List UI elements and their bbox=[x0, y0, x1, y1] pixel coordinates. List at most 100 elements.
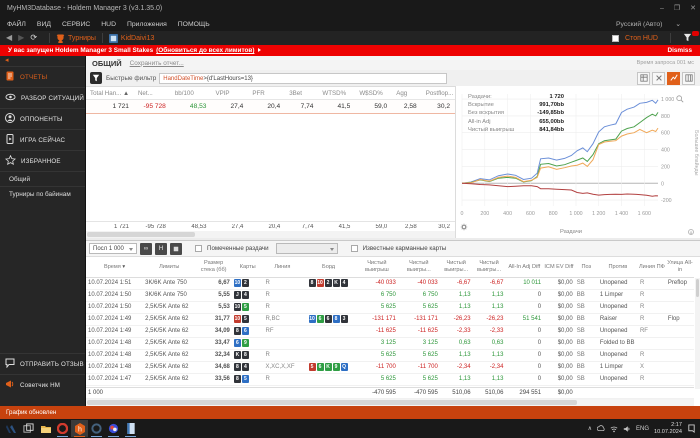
sidebar-item-1[interactable]: РАЗБОР СИТУАЦИЙ bbox=[0, 87, 85, 108]
photos-app-icon[interactable] bbox=[3, 420, 20, 437]
sidebar-bottom-item-1[interactable]: Советчик HM bbox=[0, 374, 85, 395]
marked-hands-checkbox[interactable] bbox=[195, 245, 202, 252]
banner-upgrade-link[interactable]: (Обновиться до всех лимитов) bbox=[156, 47, 254, 54]
stats-column-header[interactable]: Agg bbox=[392, 87, 422, 100]
sidebar-item-2[interactable]: ОППОНЕНТЫ bbox=[0, 108, 85, 129]
language-selector[interactable]: Русский (Авто) ⌄ bbox=[616, 18, 681, 31]
hands-column-header[interactable]: Карты bbox=[231, 257, 264, 278]
media-app-icon[interactable] bbox=[105, 420, 122, 437]
table-filter-button[interactable] bbox=[170, 242, 182, 255]
hand-row[interactable]: 10.07.2024 1:47 2,5K/5K Ante 62 33,56 85… bbox=[86, 373, 694, 386]
maximize-button[interactable]: ❐ bbox=[674, 0, 680, 18]
hands-column-header[interactable]: Против bbox=[597, 257, 638, 278]
sidebar-subitem-1[interactable]: Турниры по байинам bbox=[0, 186, 85, 201]
stats-column-header[interactable]: Net... bbox=[133, 87, 171, 100]
stats-horizontal-scrollbar[interactable] bbox=[86, 231, 455, 238]
hand-row[interactable]: 10.07.2024 1:49 2,5K/5K Ante 62 34,09 86… bbox=[86, 325, 694, 338]
tournaments-button[interactable]: Турниры bbox=[68, 35, 96, 42]
hands-column-header[interactable]: Линия ПФ bbox=[637, 257, 666, 278]
stats-column-header[interactable]: WTSD% bbox=[318, 87, 356, 100]
hands-vertical-scrollbar[interactable] bbox=[695, 278, 700, 389]
opera-gx-icon[interactable] bbox=[88, 420, 105, 437]
report-view-button[interactable] bbox=[637, 71, 650, 85]
hands-column-header[interactable]: ICM EV Diff bbox=[543, 257, 575, 278]
hand-row[interactable]: 10.07.2024 1:48 2,5K/5K Ante 62 32,34 K8… bbox=[86, 349, 694, 362]
known-cards-checkbox[interactable] bbox=[350, 245, 358, 252]
save-report-link[interactable]: Сохранить отчет... bbox=[130, 60, 184, 67]
stats-column-header[interactable]: bb/100 bbox=[170, 87, 212, 100]
graph-settings-gear-icon[interactable] bbox=[460, 218, 468, 236]
file-explorer-icon[interactable] bbox=[37, 420, 54, 437]
hm3-app-icon[interactable]: h bbox=[71, 420, 88, 437]
stats-column-header[interactable]: Postflop... bbox=[421, 87, 455, 100]
hands-column-header[interactable]: Время ▾ bbox=[86, 257, 144, 278]
quick-filter-input[interactable]: HandDateTime>{d'LastHours=13} bbox=[159, 72, 448, 84]
hand-row[interactable]: 10.07.2024 1:50 3K/6K Ante 750 5,55 J4 R… bbox=[86, 289, 694, 302]
minimize-button[interactable]: – bbox=[660, 0, 664, 18]
hand-row[interactable]: 10.07.2024 1:48 2,5K/5K Ante 62 33,47 69… bbox=[86, 337, 694, 350]
menu-service[interactable]: СЕРВИС bbox=[62, 18, 90, 31]
tab-general[interactable]: ОБЩИЙ bbox=[92, 59, 122, 68]
keyboard-language[interactable]: ENG bbox=[636, 426, 649, 432]
menu-view[interactable]: ВИД bbox=[37, 18, 51, 31]
sidebar-bottom-item-0[interactable]: ОТПРАВИТЬ ОТЗЫВ bbox=[0, 353, 85, 374]
onedrive-tray-icon[interactable] bbox=[596, 424, 605, 433]
back-button[interactable]: ◀ bbox=[6, 33, 12, 43]
close-button[interactable]: ✕ bbox=[690, 0, 696, 18]
sidebar-item-4[interactable]: ИЗБРАННОЕ bbox=[0, 150, 85, 171]
hand-row[interactable]: 10.07.2024 1:50 2,5K/5K Ante 62 5,53 10 5… bbox=[86, 301, 694, 314]
hands-column-header[interactable]: Чистый выигрыш bbox=[355, 257, 398, 278]
hands-column-header[interactable]: Лимиты bbox=[143, 257, 196, 278]
menu-help[interactable]: ПОМОЩЬ bbox=[178, 18, 210, 31]
stop-hud-checkbox[interactable] bbox=[612, 34, 620, 42]
filter-icon[interactable] bbox=[683, 30, 699, 44]
close-view-button[interactable] bbox=[652, 71, 665, 85]
task-view-icon[interactable] bbox=[20, 420, 37, 437]
dismiss-link[interactable]: Dismiss bbox=[667, 45, 692, 56]
grid-view-button[interactable] bbox=[682, 71, 695, 85]
forward-button[interactable]: ▶ bbox=[18, 33, 24, 43]
volume-tray-icon[interactable] bbox=[623, 425, 631, 433]
refresh-icon[interactable]: ⟳ bbox=[30, 33, 37, 43]
wifi-tray-icon[interactable] bbox=[610, 425, 618, 433]
menu-file[interactable]: ФАЙЛ bbox=[7, 18, 26, 31]
stats-column-header[interactable]: W$SD% bbox=[355, 87, 393, 100]
sidebar-collapse-icon[interactable]: ◂ bbox=[0, 56, 85, 66]
stats-column-header[interactable]: PFR bbox=[248, 87, 286, 100]
zoom-graph-icon[interactable] bbox=[676, 90, 684, 108]
opera-browser-icon[interactable] bbox=[54, 420, 71, 437]
notes-app-icon[interactable] bbox=[122, 420, 139, 437]
stats-column-header[interactable]: 3Bet bbox=[285, 87, 319, 100]
hands-column-header[interactable]: Поз bbox=[574, 257, 598, 278]
graph-view-button[interactable] bbox=[667, 71, 680, 85]
graph-info-icon[interactable]: o bbox=[688, 229, 694, 235]
hero-filter-button[interactable]: H bbox=[155, 242, 167, 255]
menu-apps[interactable]: Приложения bbox=[127, 18, 167, 31]
hands-horizontal-scrollbar[interactable] bbox=[86, 399, 694, 406]
hands-column-header[interactable]: Чистый выигры... bbox=[397, 257, 440, 278]
hands-column-header[interactable]: Чистый выигры... bbox=[472, 257, 506, 278]
hands-column-header[interactable]: Размер стека (бб) bbox=[195, 257, 232, 278]
hands-column-header[interactable]: Улица All-in bbox=[665, 257, 694, 278]
funnel-icon[interactable] bbox=[90, 72, 102, 84]
sidebar-subitem-0[interactable]: Общий bbox=[0, 171, 85, 186]
hand-row[interactable]: 10.07.2024 1:51 3K/6K Ante 750 6,67 10 2 … bbox=[86, 277, 694, 290]
hand-row[interactable]: 10.07.2024 1:49 2,5K/5K Ante 62 31,77 10… bbox=[86, 313, 694, 326]
sidebar-item-3[interactable]: ИГРА СЕЙЧАС bbox=[0, 129, 85, 150]
hand-row[interactable]: 10.07.2024 1:48 2,5K/5K Ante 62 34,68 84… bbox=[86, 361, 694, 374]
account-button[interactable]: KidDaivi13 bbox=[121, 35, 154, 42]
marked-tag-dropdown[interactable] bbox=[275, 243, 338, 254]
stats-column-header[interactable]: VPIP bbox=[211, 87, 249, 100]
replay-all-button[interactable]: ∞ bbox=[140, 242, 152, 255]
hands-column-header[interactable]: Борд bbox=[301, 257, 356, 278]
page-size-dropdown[interactable]: Посл 1 000 bbox=[89, 243, 137, 254]
stats-column-header[interactable]: Total Han... ▲ bbox=[86, 87, 134, 100]
menu-hud[interactable]: HUD bbox=[101, 18, 116, 31]
hands-column-header[interactable]: All-In Adj Diff bbox=[505, 257, 544, 278]
taskbar-clock[interactable]: 2:17 10.07.2024 bbox=[654, 422, 682, 435]
tray-expand-icon[interactable]: ∧ bbox=[588, 425, 592, 432]
hands-column-header[interactable]: Чистый выигры... bbox=[439, 257, 473, 278]
hands-column-header[interactable]: Линия bbox=[263, 257, 302, 278]
notification-center-icon[interactable] bbox=[687, 424, 696, 433]
sidebar-item-0[interactable]: ОТЧЕТЫ bbox=[0, 66, 85, 87]
